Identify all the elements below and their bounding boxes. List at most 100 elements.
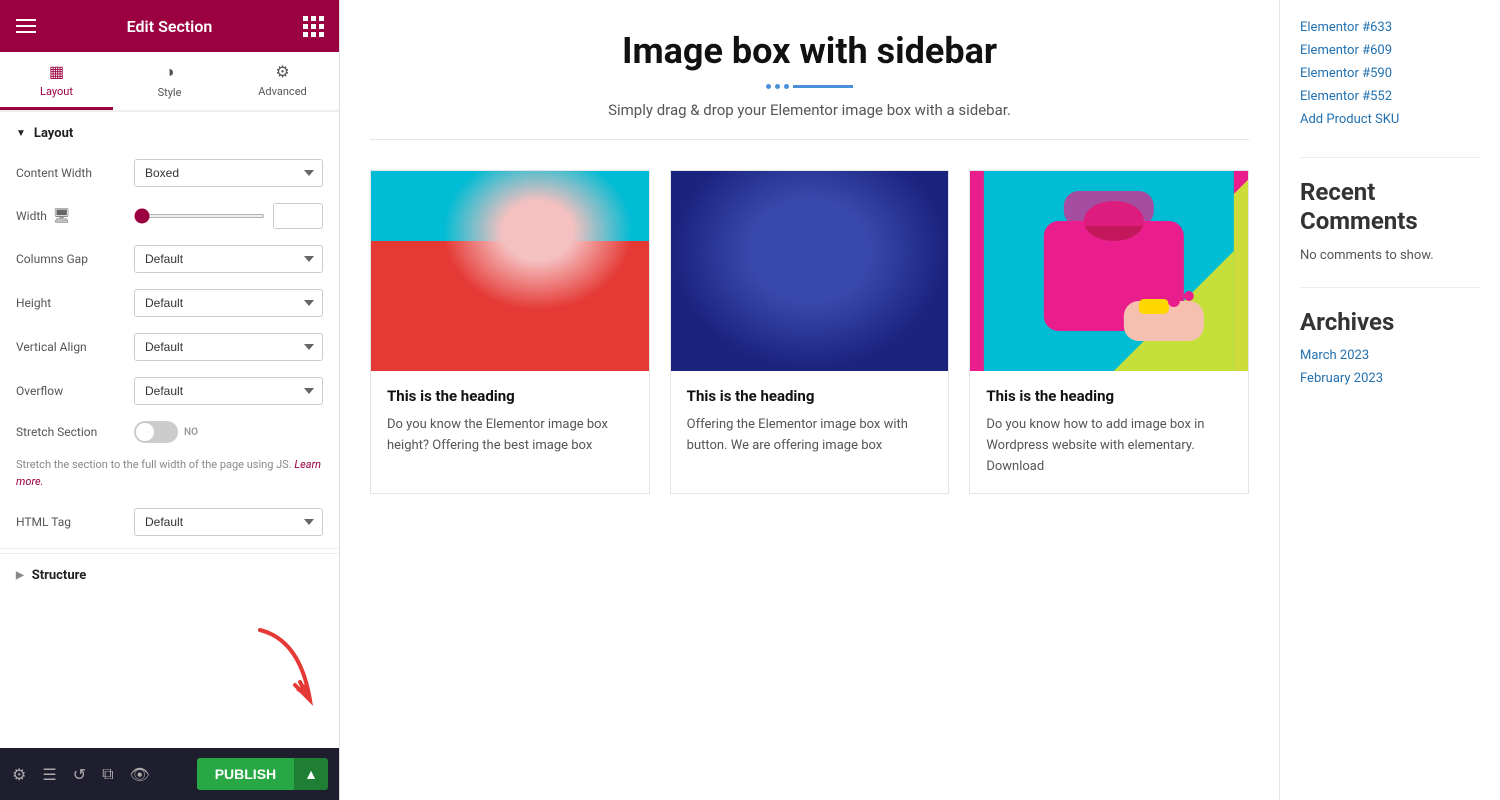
height-select[interactable]: Default Fit to Screen Min Height [134, 289, 323, 317]
overflow-label: Overflow [16, 384, 126, 398]
tab-style[interactable]: ◑ Style [113, 52, 226, 110]
panel-header: Edit Section [0, 0, 339, 52]
structure-section-title: Structure [32, 568, 87, 583]
layout-section-header[interactable]: ▼ Layout [0, 112, 339, 151]
height-label: Height [16, 296, 126, 310]
tab-advanced-label: Advanced [258, 85, 306, 98]
layout-icon: ▦ [49, 62, 64, 81]
stretch-section-row: Stretch Section NO [0, 413, 339, 451]
toggle-off-label: NO [184, 427, 198, 438]
archives-section: Archives March 2023 February 2023 [1300, 308, 1480, 386]
dot-small-2 [775, 84, 780, 89]
columns-gap-row: Columns Gap Default No Gap Narrow Extend… [0, 237, 339, 281]
sidebar-link-5[interactable]: Add Product SKU [1300, 112, 1480, 127]
stretch-section-control: NO [134, 421, 323, 443]
image-box-heading-2: This is the heading [687, 387, 933, 405]
sidebar-link-3[interactable]: Elementor #590 [1300, 66, 1480, 81]
bottom-icons: ⚙ ☰ ↺ ⧉ 👁 [12, 764, 150, 784]
width-row: Width 🖥 [0, 195, 339, 237]
style-icon: ◑ [165, 62, 175, 82]
dot-small-3 [784, 84, 789, 89]
image-box-img-3 [970, 171, 1248, 371]
image-box-heading-1: This is the heading [387, 387, 633, 405]
publish-dropdown-button[interactable]: ▲ [294, 758, 328, 790]
content-width-label: Content Width [16, 166, 126, 180]
overflow-control: Default Hidden [134, 377, 323, 405]
recent-comments-section: Recent Comments No comments to show. [1300, 178, 1480, 263]
sidebar: Elementor #633 Elementor #609 Elementor … [1280, 0, 1500, 800]
image-box-text-3: Do you know how to add image box in Word… [986, 415, 1232, 477]
dot-small-1 [766, 84, 771, 89]
vertical-align-select[interactable]: Default Top Middle Bottom [134, 333, 323, 361]
tab-advanced[interactable]: ⚙ Advanced [226, 52, 339, 110]
image-box-content-1: This is the heading Do you know the Elem… [371, 371, 649, 473]
stretch-toggle[interactable] [134, 421, 178, 443]
advanced-icon: ⚙ [275, 62, 289, 81]
layout-section-title: Layout [34, 126, 73, 141]
sidebar-link-4[interactable]: Elementor #552 [1300, 89, 1480, 104]
image-box-1: This is the heading Do you know the Elem… [370, 170, 650, 494]
publish-button[interactable]: PUBLISH [197, 758, 294, 790]
preview-bottom-icon[interactable]: 👁 [130, 765, 150, 784]
columns-gap-control: Default No Gap Narrow Extended Wide [134, 245, 323, 273]
image-box-img-2 [671, 171, 949, 371]
content-width-control: Boxed Full Width [134, 159, 323, 187]
image-box-2: This is the heading Offering the Element… [670, 170, 950, 494]
width-slider[interactable] [134, 214, 265, 218]
image-box-content-2: This is the heading Offering the Element… [671, 371, 949, 473]
layout-arrow-icon: ▼ [16, 128, 26, 139]
image-boxes-grid: This is the heading Do you know the Elem… [370, 170, 1249, 494]
recent-comments-text: No comments to show. [1300, 248, 1480, 263]
title-divider [370, 84, 1249, 89]
image-box-heading-3: This is the heading [986, 387, 1232, 405]
width-value-input[interactable] [273, 203, 323, 229]
columns-gap-select[interactable]: Default No Gap Narrow Extended Wide [134, 245, 323, 273]
recent-comments-title: Recent Comments [1300, 178, 1480, 236]
layers-bottom-icon[interactable]: ☰ [42, 765, 56, 784]
page-title: Image box with sidebar [370, 30, 1249, 72]
sidebar-link-2[interactable]: Elementor #609 [1300, 43, 1480, 58]
html-tag-row: HTML Tag Default header main footer arti… [0, 500, 339, 544]
image-box-content-3: This is the heading Do you know how to a… [970, 371, 1248, 493]
structure-section-header[interactable]: ▶ Structure [0, 553, 339, 593]
content-width-row: Content Width Boxed Full Width [0, 151, 339, 195]
grid-icon[interactable] [303, 16, 323, 37]
hamburger-icon[interactable] [16, 19, 36, 33]
body-area: Image box with sidebar Simply drag & dro… [340, 0, 1500, 800]
tab-layout-label: Layout [40, 85, 73, 98]
vertical-align-control: Default Top Middle Bottom [134, 333, 323, 361]
archives-title: Archives [1300, 308, 1480, 336]
image-box-text-1: Do you know the Elementor image box heig… [387, 415, 633, 457]
responsive-bottom-icon[interactable]: ⧉ [102, 764, 113, 784]
stretch-section-label: Stretch Section [16, 425, 126, 439]
width-label: Width 🖥 [16, 208, 126, 224]
history-bottom-icon[interactable]: ↺ [73, 765, 86, 784]
overflow-row: Overflow Default Hidden [0, 369, 339, 413]
panel-bottom-bar: ⚙ ☰ ↺ ⧉ 👁 PUBLISH ▲ [0, 748, 340, 800]
archive-links: March 2023 February 2023 [1300, 348, 1480, 386]
vertical-align-row: Vertical Align Default Top Middle Bottom [0, 325, 339, 369]
html-tag-select[interactable]: Default header main footer article secti… [134, 508, 323, 536]
height-control: Default Fit to Screen Min Height [134, 289, 323, 317]
content-width-select[interactable]: Boxed Full Width [134, 159, 323, 187]
vertical-align-label: Vertical Align [16, 340, 126, 354]
structure-arrow-icon: ▶ [16, 570, 24, 581]
image-box-3: This is the heading Do you know how to a… [969, 170, 1249, 494]
main-content: Image box with sidebar Simply drag & dro… [340, 0, 1500, 800]
archive-link-2[interactable]: February 2023 [1300, 371, 1480, 386]
tab-style-label: Style [158, 86, 182, 99]
panel-content: ▼ Layout Content Width Boxed Full Width … [0, 112, 339, 800]
title-line [793, 85, 853, 88]
html-tag-control: Default header main footer article secti… [134, 508, 323, 536]
sidebar-link-1[interactable]: Elementor #633 [1300, 20, 1480, 35]
overflow-select[interactable]: Default Hidden [134, 377, 323, 405]
html-tag-label: HTML Tag [16, 515, 126, 529]
settings-bottom-icon[interactable]: ⚙ [12, 765, 26, 784]
panel-title: Edit Section [127, 17, 213, 36]
content-area: Image box with sidebar Simply drag & dro… [340, 0, 1280, 800]
tab-layout[interactable]: ▦ Layout [0, 52, 113, 110]
width-slider-container [134, 203, 323, 229]
page-area: Image box with sidebar Simply drag & dro… [340, 0, 1500, 800]
height-row: Height Default Fit to Screen Min Height [0, 281, 339, 325]
archive-link-1[interactable]: March 2023 [1300, 348, 1480, 363]
